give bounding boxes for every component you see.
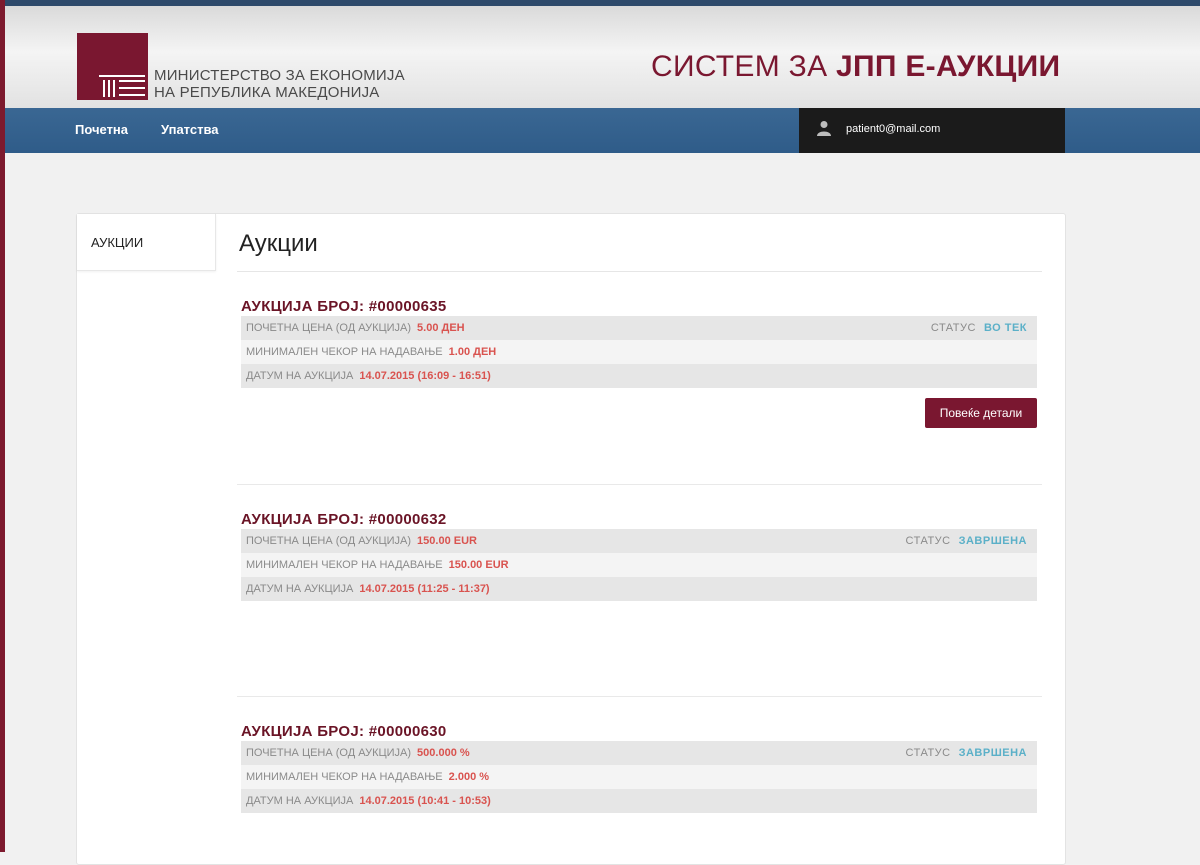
min-step-label: МИНИМАЛЕН ЧЕКОР НА НАДАВАЊЕ xyxy=(246,771,443,783)
user-icon xyxy=(817,121,831,136)
auction-min-step-row: МИНИМАЛЕН ЧЕКОР НА НАДАВАЊЕ 1.00 ДЕН xyxy=(241,340,1037,364)
start-price-value: 5.00 ДЕН xyxy=(417,322,465,334)
status-badge: ЗАВРШЕНА xyxy=(958,535,1027,547)
ministry-logo-mark-icon xyxy=(99,75,145,97)
auction-date-row: ДАТУМ НА АУКЦИЈА 14.07.2015 (11:25 - 11:3… xyxy=(241,577,1037,601)
auction-date-row: ДАТУМ НА АУКЦИЈА 14.07.2015 (10:41 - 10:5… xyxy=(241,789,1037,813)
nav-item-home[interactable]: Почетна xyxy=(75,122,128,137)
content-panel: АУКЦИИ Аукции АУКЦИЈА БРОЈ: #00000635 ПО… xyxy=(76,213,1066,865)
nav-item-instructions[interactable]: Упатства xyxy=(161,122,219,137)
start-price-label: ПОЧЕТНА ЦЕНА (ОД АУКЦИЈА) xyxy=(246,535,412,547)
date-label: ДАТУМ НА АУКЦИЈА xyxy=(246,795,354,807)
site-title-prefix: СИСТЕМ ЗА xyxy=(651,50,837,83)
date-value: 14.07.2015 (11:25 - 11:37) xyxy=(359,583,490,595)
start-price-value: 150.00 EUR xyxy=(417,535,477,547)
auction-status: СТАТУС ВО ТЕК xyxy=(931,316,1027,340)
min-step-label: МИНИМАЛЕН ЧЕКОР НА НАДАВАЊЕ xyxy=(246,346,443,358)
status-badge: ЗАВРШЕНА xyxy=(958,747,1027,759)
auction-start-price-row: ПОЧЕТНА ЦЕНА (ОД АУКЦИЈА) 500.000 % СТАТУ… xyxy=(241,741,1037,765)
more-details-button[interactable]: Повеќе детали xyxy=(925,398,1037,428)
status-label: СТАТУС xyxy=(930,322,976,334)
auction-divider xyxy=(237,696,1042,697)
status-badge: ВО ТЕК xyxy=(983,322,1027,334)
user-email: patient0@mail.com xyxy=(846,123,941,135)
auction-card: АУКЦИЈА БРОЈ: #00000635 ПОЧЕТНА ЦЕНА (ОД… xyxy=(241,298,1037,428)
min-step-value: 2.000 % xyxy=(448,771,490,783)
date-value: 14.07.2015 (16:09 - 16:51) xyxy=(359,370,491,382)
auction-min-step-row: МИНИМАЛЕН ЧЕКОР НА НАДАВАЊЕ 150.00 EUR xyxy=(241,553,1037,577)
date-value: 14.07.2015 (10:41 - 10:53) xyxy=(359,795,491,807)
min-step-value: 1.00 ДЕН xyxy=(448,346,497,358)
main-navbar: Почетна Упатства patient0@mail.com xyxy=(5,108,1200,153)
auction-min-step-row: МИНИМАЛЕН ЧЕКОР НА НАДАВАЊЕ 2.000 % xyxy=(241,765,1037,789)
status-label: СТАТУС xyxy=(905,535,951,547)
auction-start-price-row: ПОЧЕТНА ЦЕНА (ОД АУКЦИЈА) 150.00 EUR СТАТ… xyxy=(241,529,1037,553)
start-price-value: 500.000 % xyxy=(417,747,470,759)
auction-divider xyxy=(237,484,1042,485)
ministry-name: МИНИСТЕРСТВО ЗА ЕКОНОМИЈА НА РЕПУБЛИКА М… xyxy=(154,67,405,101)
page-title: Аукции xyxy=(239,230,318,257)
auction-title: АУКЦИЈА БРОЈ: #00000635 xyxy=(241,298,447,315)
ministry-logo[interactable] xyxy=(77,33,148,100)
auction-start-price-row: ПОЧЕТНА ЦЕНА (ОД АУКЦИЈА) 5.00 ДЕН СТАТУС… xyxy=(241,316,1037,340)
min-step-value: 150.00 EUR xyxy=(448,559,509,571)
user-menu[interactable]: patient0@mail.com xyxy=(799,108,1065,153)
ministry-name-line2: НА РЕПУБЛИКА МАКЕДОНИЈА xyxy=(154,84,380,101)
auction-date-row: ДАТУМ НА АУКЦИЈА 14.07.2015 (16:09 - 16:5… xyxy=(241,364,1037,388)
auction-card: АУКЦИЈА БРОЈ: #00000632 ПОЧЕТНА ЦЕНА (ОД… xyxy=(241,511,1037,601)
auction-title: АУКЦИЈА БРОЈ: #00000630 xyxy=(241,723,447,740)
auction-status: СТАТУС ЗАВРШЕНА xyxy=(906,529,1027,553)
date-label: ДАТУМ НА АУКЦИЈА xyxy=(246,370,354,382)
auction-card: АУКЦИЈА БРОЈ: #00000630 ПОЧЕТНА ЦЕНА (ОД… xyxy=(241,723,1037,813)
title-divider xyxy=(237,271,1042,272)
site-header: МИНИСТЕРСТВО ЗА ЕКОНОМИЈА НА РЕПУБЛИКА М… xyxy=(5,6,1200,108)
auction-status: СТАТУС ЗАВРШЕНА xyxy=(906,741,1027,765)
sidebar-item-auctions[interactable]: АУКЦИИ xyxy=(77,214,216,271)
auction-title: АУКЦИЈА БРОЈ: #00000632 xyxy=(241,511,447,528)
site-title: СИСТЕМ ЗА ЈПП Е-АУКЦИИ xyxy=(651,50,1060,84)
min-step-label: МИНИМАЛЕН ЧЕКОР НА НАДАВАЊЕ xyxy=(246,559,443,571)
date-label: ДАТУМ НА АУКЦИЈА xyxy=(246,583,354,595)
site-title-bold: ЈПП Е-АУКЦИИ xyxy=(836,50,1061,83)
start-price-label: ПОЧЕТНА ЦЕНА (ОД АУКЦИЈА) xyxy=(246,322,412,334)
sidebar-item-label: АУКЦИИ xyxy=(91,235,144,250)
start-price-label: ПОЧЕТНА ЦЕНА (ОД АУКЦИЈА) xyxy=(246,747,412,759)
ministry-name-line1: МИНИСТЕРСТВО ЗА ЕКОНОМИЈА xyxy=(154,67,405,84)
status-label: СТАТУС xyxy=(905,747,951,759)
